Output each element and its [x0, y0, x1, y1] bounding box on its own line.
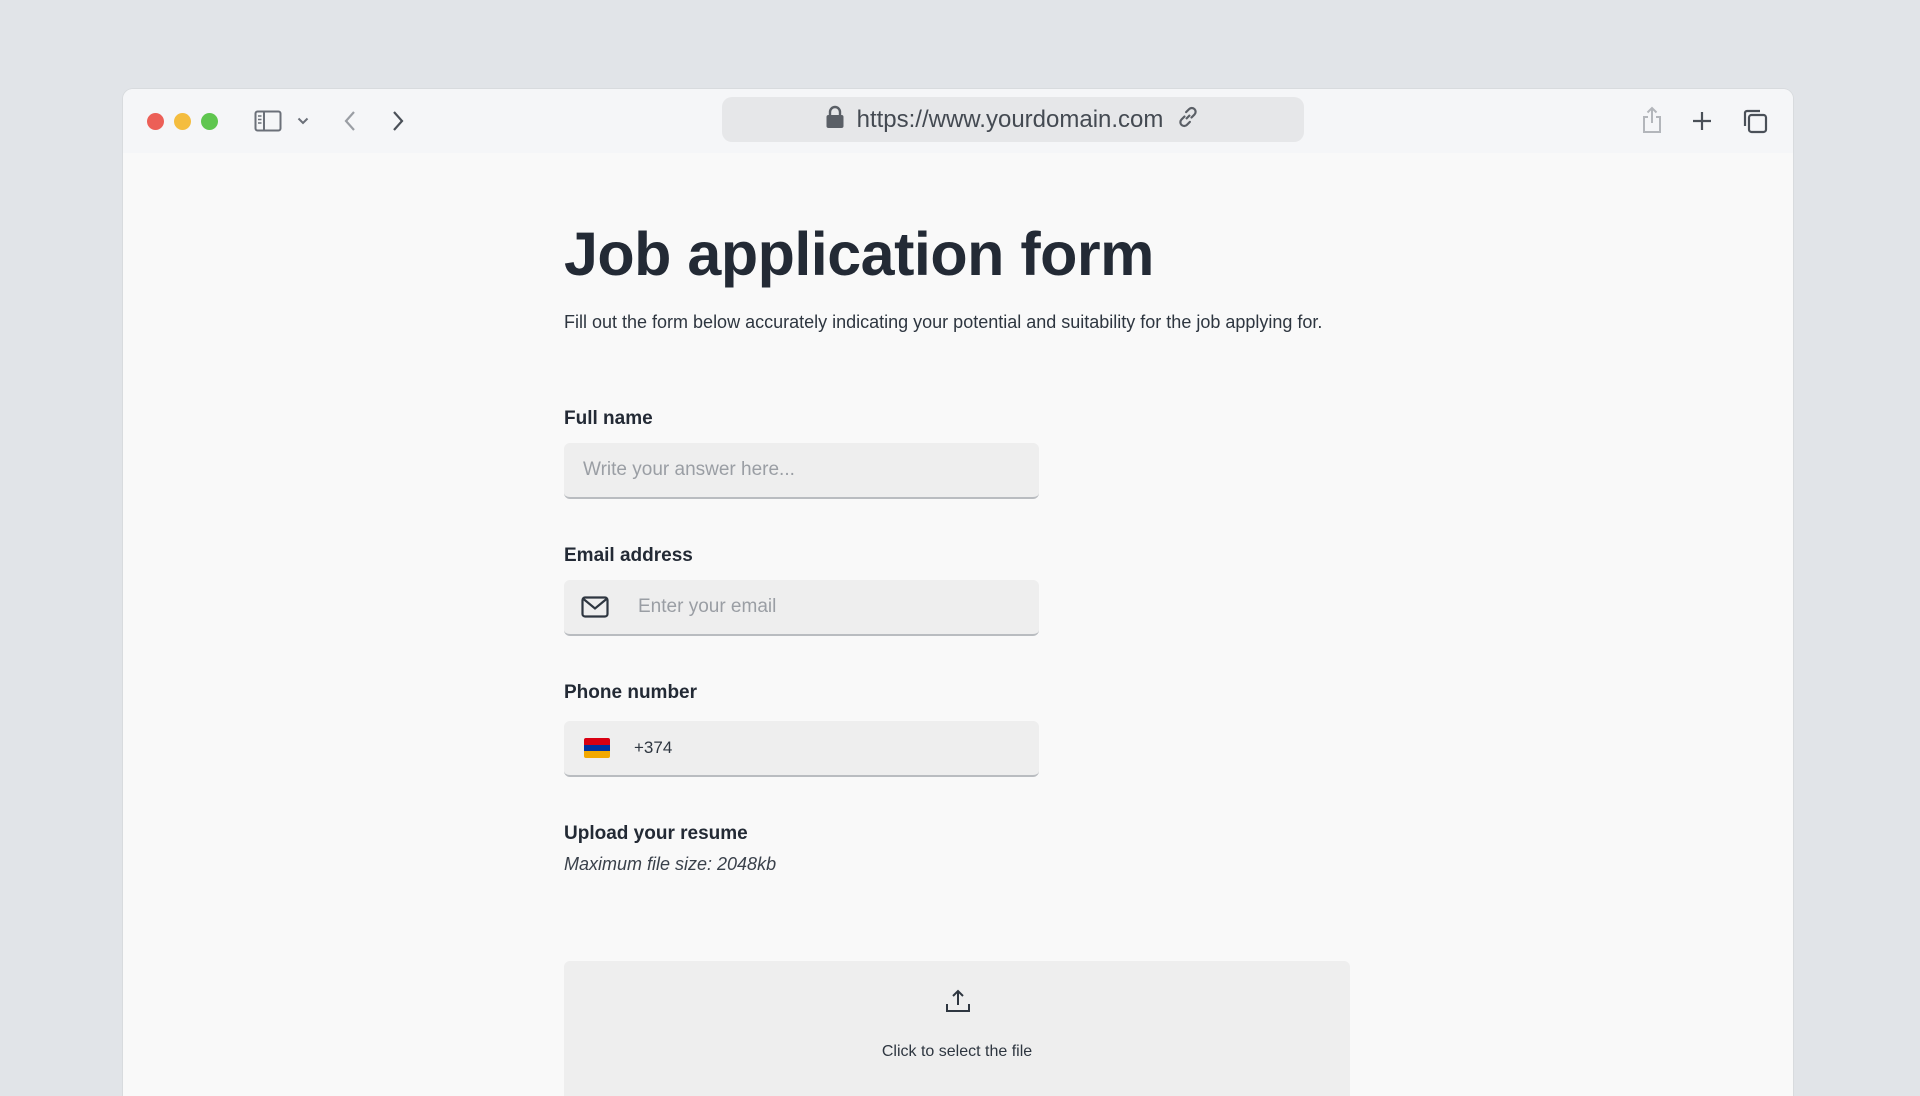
page-title: Job application form: [564, 220, 1154, 288]
resume-size-hint: Maximum file size: 2048kb: [564, 854, 777, 874]
plus-icon[interactable]: [1690, 109, 1714, 133]
address-bar[interactable]: https://www.yourdomain.com: [722, 97, 1304, 142]
armenia-flag-icon[interactable]: [584, 738, 610, 758]
upload-prompt: Click to select the file: [881, 1043, 1033, 1060]
minimize-window-button[interactable]: [174, 113, 191, 130]
page-content: Job application form Fill out the form b…: [123, 153, 1793, 1096]
link-icon[interactable]: [1175, 104, 1201, 135]
mail-icon: [581, 596, 609, 618]
full-name-input[interactable]: Write your answer here...: [564, 443, 1039, 499]
email-input[interactable]: Enter your email: [564, 580, 1039, 636]
close-window-button[interactable]: [147, 113, 164, 130]
browser-toolbar: https://www.yourdomain.com: [123, 89, 1793, 153]
tabs-icon[interactable]: [1741, 107, 1769, 135]
phone-input[interactable]: +374: [564, 721, 1039, 777]
url-text: https://www.yourdomain.com: [856, 105, 1164, 133]
back-icon[interactable]: [340, 107, 360, 135]
maximize-window-button[interactable]: [201, 113, 218, 130]
full-name-label: Full name: [564, 408, 653, 429]
lock-icon: [825, 105, 845, 134]
phone-label: Phone number: [564, 682, 698, 703]
browser-window: https://www.yourdomain.com Job applicati…: [123, 89, 1793, 1096]
form-description: Fill out the form below accurately indic…: [564, 312, 1323, 332]
full-name-placeholder: Write your answer here...: [583, 459, 795, 480]
phone-country-code: +374: [634, 738, 673, 757]
forward-icon[interactable]: [388, 107, 408, 135]
upload-icon: [945, 988, 971, 1019]
email-placeholder: Enter your email: [638, 596, 777, 617]
chevron-down-icon[interactable]: [295, 113, 311, 129]
email-label: Email address: [564, 545, 693, 566]
share-icon[interactable]: [1640, 105, 1664, 135]
sidebar-icon[interactable]: [253, 107, 283, 135]
resume-label: Upload your resume: [564, 823, 748, 844]
resume-upload-dropzone[interactable]: Click to select the file: [564, 961, 1350, 1096]
